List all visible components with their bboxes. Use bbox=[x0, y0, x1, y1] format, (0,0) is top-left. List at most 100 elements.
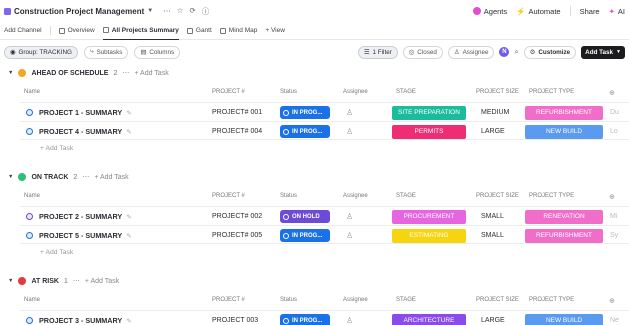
stage-tag[interactable]: PROCUREMENT bbox=[392, 209, 466, 224]
column-stage[interactable]: STAGE bbox=[396, 193, 416, 199]
stage-tag[interactable]: ARCHITECTURE bbox=[392, 313, 466, 325]
add-column-icon[interactable]: ⊕ bbox=[609, 89, 615, 97]
project-size[interactable]: SMALL bbox=[481, 213, 504, 220]
project-type-tag[interactable]: REFURBISHMENT bbox=[525, 228, 603, 243]
agents-button[interactable]: Agents bbox=[472, 7, 507, 16]
group-header[interactable]: ▼ AT RISK 1 ⋯ + Add Task bbox=[8, 277, 119, 285]
project-size[interactable]: MEDIUM bbox=[481, 109, 509, 116]
column-assignee[interactable]: Assignee bbox=[343, 193, 368, 199]
extra-column-value[interactable]: Mi bbox=[610, 213, 617, 220]
group-header[interactable]: ▼ ON TRACK 2 ⋯ + Add Task bbox=[8, 173, 129, 181]
column-project-no[interactable]: PROJECT # bbox=[212, 297, 245, 303]
star-icon[interactable]: ☆ bbox=[177, 6, 184, 17]
edit-icon[interactable]: ✎ bbox=[126, 317, 131, 325]
columns-button[interactable]: ▤ Columns bbox=[134, 45, 181, 59]
add-column-icon[interactable]: ⊕ bbox=[609, 297, 615, 305]
status-badge[interactable]: IN PROG... bbox=[280, 314, 330, 325]
task-status-icon[interactable] bbox=[26, 128, 33, 135]
task-status-icon[interactable] bbox=[26, 109, 33, 116]
task-name[interactable]: PROJECT 3 - SUMMARY bbox=[39, 316, 122, 325]
automate-button[interactable]: ⚡ Automate bbox=[516, 7, 560, 16]
chevron-down-icon[interactable]: ▼ bbox=[8, 70, 13, 76]
more-icon[interactable]: ⋯ bbox=[73, 277, 80, 285]
project-number[interactable]: PROJECT# 005 bbox=[212, 232, 262, 239]
task-status-icon[interactable] bbox=[26, 232, 33, 239]
column-name[interactable]: Name bbox=[24, 193, 40, 199]
column-project-size[interactable]: PROJECT SIZE bbox=[476, 193, 519, 199]
stage-tag[interactable]: SITE PREPARATION bbox=[392, 105, 466, 120]
column-name[interactable]: Name bbox=[24, 89, 40, 95]
search-icon[interactable]: ⌕ bbox=[514, 47, 518, 57]
add-task-row[interactable]: + Add Task bbox=[40, 145, 73, 152]
filter-button[interactable]: ☰ 1 Filter bbox=[357, 45, 398, 59]
column-project-size[interactable]: PROJECT SIZE bbox=[476, 297, 519, 303]
edit-icon[interactable]: ✎ bbox=[126, 128, 131, 136]
column-stage[interactable]: STAGE bbox=[396, 297, 416, 303]
project-type-tag[interactable]: NEW BUILD bbox=[525, 124, 603, 139]
closed-button[interactable]: ◎ Closed bbox=[402, 45, 443, 59]
assignee-icon[interactable]: ♙ bbox=[346, 127, 353, 136]
column-assignee[interactable]: Assignee bbox=[343, 89, 368, 95]
table-row[interactable]: PROJECT 1 - SUMMARY ✎ PROJECT# 001 IN PROG.… bbox=[20, 102, 629, 121]
add-column-icon[interactable]: ⊕ bbox=[609, 193, 615, 201]
group-add-task-button[interactable]: + Add Task bbox=[85, 278, 119, 285]
status-badge[interactable]: ON HOLD bbox=[280, 210, 330, 223]
table-row[interactable]: PROJECT 3 - SUMMARY ✎ PROJECT 003 IN PROG..… bbox=[20, 310, 629, 325]
status-badge[interactable]: IN PROG... bbox=[280, 229, 330, 242]
share-button[interactable]: Share bbox=[580, 7, 600, 16]
assignee-icon[interactable]: ♙ bbox=[346, 316, 353, 325]
task-status-icon[interactable] bbox=[26, 213, 33, 220]
customize-button[interactable]: ⚙ Customize bbox=[523, 45, 577, 59]
column-project-no[interactable]: PROJECT # bbox=[212, 193, 245, 199]
column-status[interactable]: Status bbox=[280, 297, 297, 303]
assignee-icon[interactable]: ♙ bbox=[346, 108, 353, 117]
add-channel-tab[interactable]: Add Channel bbox=[4, 22, 42, 40]
column-status[interactable]: Status bbox=[280, 89, 297, 95]
add-view-button[interactable]: + View bbox=[265, 22, 285, 40]
assignee-button[interactable]: ♙ Assignee bbox=[447, 45, 495, 59]
assignee-icon[interactable]: ♙ bbox=[346, 212, 353, 221]
project-type-tag[interactable]: NEW BUILD bbox=[525, 313, 603, 325]
group-by-button[interactable]: ◉ Group: TRACKING bbox=[4, 45, 78, 59]
column-project-no[interactable]: PROJECT # bbox=[212, 89, 245, 95]
project-size[interactable]: LARGE bbox=[481, 128, 505, 135]
chevron-down-icon[interactable]: ▼ bbox=[147, 8, 153, 14]
column-stage[interactable]: STAGE bbox=[396, 89, 416, 95]
status-badge[interactable]: IN PROG... bbox=[280, 106, 330, 119]
extra-column-value[interactable]: Du bbox=[610, 109, 619, 116]
add-task-row[interactable]: + Add Task bbox=[40, 249, 73, 256]
column-status[interactable]: Status bbox=[280, 193, 297, 199]
tab-all-projects-summary[interactable]: All Projects Summary bbox=[102, 22, 179, 40]
stage-tag[interactable]: PERMITS bbox=[392, 124, 466, 139]
table-row[interactable]: PROJECT 4 - SUMMARY ✎ PROJECT# 004 IN PROG.… bbox=[20, 121, 629, 140]
add-task-button[interactable]: Add Task ▼ bbox=[581, 45, 625, 59]
tab-overview[interactable]: Overview bbox=[58, 22, 95, 40]
project-number[interactable]: PROJECT# 001 bbox=[212, 109, 262, 116]
more-icon[interactable]: ⋯ bbox=[122, 69, 129, 77]
column-name[interactable]: Name bbox=[24, 297, 40, 303]
column-assignee[interactable]: Assignee bbox=[343, 297, 368, 303]
edit-icon[interactable]: ✎ bbox=[126, 109, 131, 117]
project-number[interactable]: PROJECT# 002 bbox=[212, 213, 262, 220]
stage-tag[interactable]: ESTIMATING bbox=[392, 228, 466, 243]
extra-column-value[interactable]: Lo bbox=[610, 128, 618, 135]
task-name[interactable]: PROJECT 1 - SUMMARY bbox=[39, 108, 122, 117]
table-row[interactable]: PROJECT 2 - SUMMARY ✎ PROJECT# 002 ON HOLD ♙… bbox=[20, 206, 629, 225]
group-add-task-button[interactable]: + Add Task bbox=[94, 174, 128, 181]
subtasks-button[interactable]: ⤷ Subtasks bbox=[83, 45, 129, 59]
project-number[interactable]: PROJECT# 004 bbox=[212, 128, 262, 135]
edit-icon[interactable]: ✎ bbox=[126, 213, 131, 221]
extra-column-value[interactable]: Sy bbox=[610, 232, 618, 239]
sync-icon[interactable]: ⟳ bbox=[189, 6, 195, 17]
info-icon[interactable]: ⓘ bbox=[202, 6, 210, 17]
group-add-task-button[interactable]: + Add Task bbox=[134, 70, 168, 77]
task-status-icon[interactable] bbox=[26, 317, 33, 324]
task-name[interactable]: PROJECT 4 - SUMMARY bbox=[39, 127, 122, 136]
ai-button[interactable]: ✦ AI bbox=[609, 7, 625, 16]
avatar[interactable]: N bbox=[499, 47, 510, 57]
project-type-tag[interactable]: RENEVATION bbox=[525, 209, 603, 224]
task-name[interactable]: PROJECT 5 - SUMMARY bbox=[39, 231, 122, 240]
column-project-type[interactable]: PROJECT TYPE bbox=[529, 193, 574, 199]
project-number[interactable]: PROJECT 003 bbox=[212, 317, 258, 324]
column-project-type[interactable]: PROJECT TYPE bbox=[529, 89, 574, 95]
